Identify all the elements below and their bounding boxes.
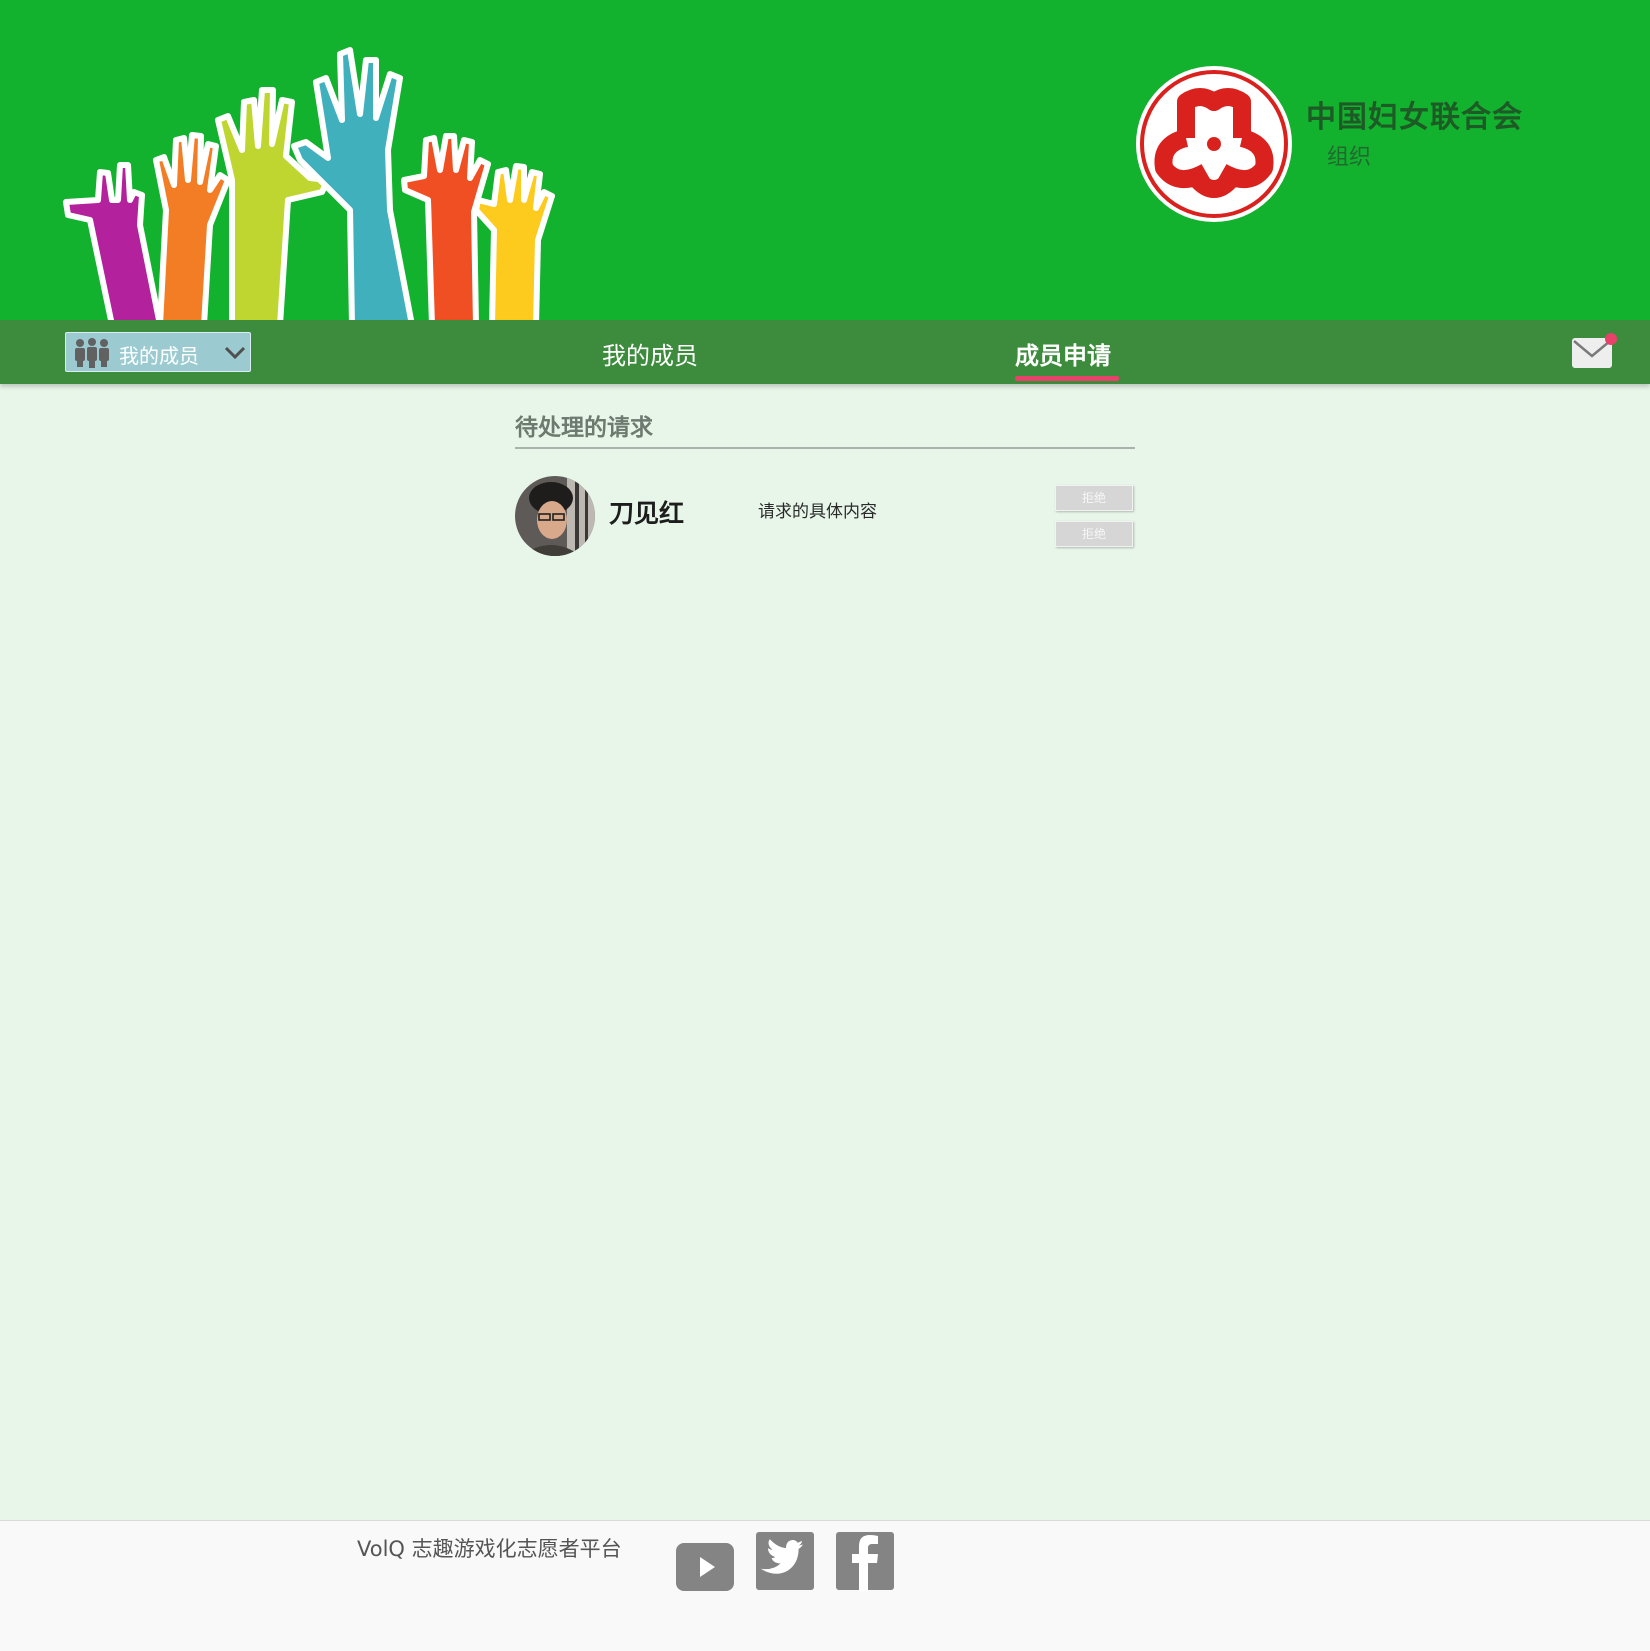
reject-button[interactable]: 拒绝	[1055, 485, 1133, 511]
tab-member-applications[interactable]: 成员申请	[1015, 336, 1111, 371]
reject-button-secondary[interactable]: 拒绝	[1055, 521, 1133, 547]
section-title: 待处理的请求	[515, 415, 653, 441]
footer-text: VolQ 志趣游戏化志愿者平台	[357, 1537, 622, 1561]
requester-name: 刀见红	[609, 499, 685, 528]
raised-hands-illustration	[63, 47, 555, 320]
organization-name: 中国妇女联合会	[1306, 100, 1523, 135]
member-dropdown-label: 我的成员	[119, 344, 199, 368]
nav-bar: 我的成员 我的成员 成员申请	[0, 320, 1650, 384]
request-row: 刀见红 请求的具体内容 拒绝 拒绝	[515, 476, 1135, 560]
chevron-down-icon	[224, 346, 246, 360]
active-tab-indicator	[1015, 376, 1119, 381]
people-group-icon	[75, 338, 109, 368]
twitter-icon[interactable]	[755, 1531, 815, 1591]
mail-icon[interactable]	[1571, 332, 1619, 372]
member-dropdown[interactable]: 我的成员	[65, 332, 251, 372]
unread-badge	[1605, 333, 1617, 345]
section-divider	[515, 447, 1135, 449]
avatar[interactable]	[515, 476, 595, 556]
youtube-icon[interactable]	[675, 1537, 735, 1597]
tab-my-members[interactable]: 我的成员	[602, 336, 698, 371]
footer: VolQ 志趣游戏化志愿者平台	[0, 1520, 1650, 1651]
womens-federation-emblem-icon	[1136, 66, 1292, 222]
header-banner: 中国妇女联合会 组织	[0, 0, 1650, 320]
organization-type: 组织	[1327, 145, 1372, 170]
facebook-icon[interactable]	[835, 1531, 895, 1591]
request-content: 请求的具体内容	[758, 502, 877, 522]
avatar-photo	[515, 476, 595, 556]
